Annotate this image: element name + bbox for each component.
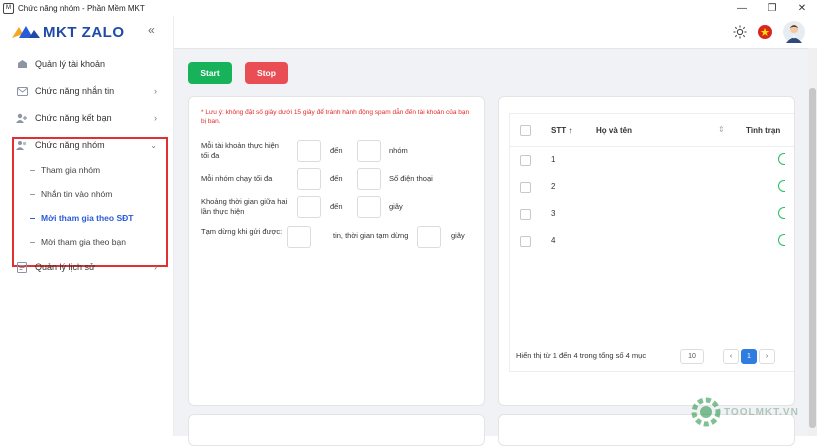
unit-label: giây <box>451 231 465 240</box>
interval-label: Khoảng thời gian giữa hai lần thực hiện <box>201 197 288 216</box>
restore-button[interactable]: ❐ <box>757 3 787 14</box>
settings-card: * Lưu ý: không đặt số giây dưới 15 giây … <box>188 96 485 406</box>
window-titlebar: M Chức năng nhóm - Phần Mềm MKT — ❐ ✕ <box>0 0 817 16</box>
table-header: STT ↑ Họ và tên ⇕ Tình trạn <box>510 114 794 147</box>
logo: MKT ZALO <box>12 22 124 42</box>
avatar[interactable] <box>783 21 805 48</box>
pause-label: Tạm dừng khi gửi được: <box>201 227 283 236</box>
accounts-max-label: Mỗi tài khoản thực hiện tối đa <box>201 141 279 160</box>
pagination-summary: Hiển thị từ 1 đến 4 trong tổng số 4 mục <box>516 351 647 360</box>
window-title: Chức năng nhóm - Phần Mềm MKT <box>18 3 145 13</box>
lower-card-left <box>188 414 485 446</box>
window-controls: — ❐ ✕ <box>727 0 817 16</box>
row-stt: 2 <box>551 182 556 191</box>
row-checkbox[interactable] <box>520 182 531 193</box>
sidebar-item-label: Chức năng nhắn tin <box>35 86 115 96</box>
group-max-label: Mỗi nhóm chạy tối đa <box>201 174 273 183</box>
status-spinner-icon <box>778 207 785 219</box>
app-icon: M <box>3 2 14 14</box>
status-spinner-icon <box>778 153 785 165</box>
group-max-from-input[interactable] <box>297 168 321 190</box>
row-checkbox[interactable] <box>520 209 531 220</box>
warning-note: * Lưu ý: không đặt số giây dưới 15 giây … <box>201 109 470 125</box>
page-1-button[interactable]: 1 <box>741 349 757 364</box>
gear-logo-icon <box>691 397 721 427</box>
interval-from-input[interactable] <box>297 196 321 218</box>
column-header-name[interactable]: Họ và tên <box>596 126 632 135</box>
row-checkbox[interactable] <box>520 155 531 166</box>
chevron-right-icon: › <box>154 262 157 272</box>
logo-mark-icon <box>12 26 40 38</box>
table-row[interactable]: 1 <box>510 146 794 174</box>
chevron-right-icon: › <box>154 86 157 96</box>
sidebar-item-history[interactable]: Quản lý lịch sử › <box>0 256 173 278</box>
start-button[interactable]: Start <box>188 62 232 84</box>
sidebar-item-account[interactable]: Quản lý tài khoản <box>0 53 173 75</box>
row-stt: 4 <box>551 236 556 245</box>
sidebar-item-messaging[interactable]: Chức năng nhắn tin › <box>0 80 173 102</box>
sidebar: MKT ZALO « Quản lý tài khoản Chức năng n… <box>0 16 174 436</box>
accounts-max-to-input[interactable] <box>357 140 381 162</box>
watermark-text: TOOLMKT.VN <box>724 406 799 418</box>
pause-count-input[interactable] <box>287 226 311 248</box>
sidebar-item-label: Chức năng kết bạn <box>35 113 112 123</box>
vietnam-flag-icon[interactable] <box>757 24 773 45</box>
history-icon <box>16 261 28 273</box>
highlight-box <box>12 137 168 267</box>
pause-middle-label: tin, thời gian tạm dừng <box>333 231 409 240</box>
column-header-stt[interactable]: STT ↑ <box>551 126 572 135</box>
unit-label: nhóm <box>389 146 408 155</box>
table-row[interactable]: 2 <box>510 173 794 201</box>
table-row[interactable]: 4 <box>510 227 794 255</box>
next-page-button[interactable]: › <box>759 349 775 364</box>
scrollbar[interactable] <box>808 48 817 436</box>
data-table: STT ↑ Họ và tên ⇕ Tình trạn 1 2 3 4 <box>509 113 794 372</box>
pause-seconds-input[interactable] <box>417 226 441 248</box>
row-stt: 3 <box>551 209 556 218</box>
prev-page-button[interactable]: ‹ <box>723 349 739 364</box>
sidebar-item-label: Quản lý tài khoản <box>35 59 106 69</box>
main-content: Start Stop * Lưu ý: không đặt số giây dư… <box>174 16 817 446</box>
group-max-to-input[interactable] <box>357 168 381 190</box>
sort-icon[interactable]: ⇕ <box>718 125 725 134</box>
interval-to-input[interactable] <box>357 196 381 218</box>
accounts-max-from-input[interactable] <box>297 140 321 162</box>
collapse-sidebar-icon[interactable]: « <box>148 23 155 37</box>
status-spinner-icon <box>778 180 785 192</box>
account-icon <box>16 59 28 69</box>
range-to-label: đến <box>330 146 343 155</box>
chevron-right-icon: › <box>154 113 157 123</box>
status-spinner-icon <box>778 234 785 246</box>
row-stt: 1 <box>551 155 556 164</box>
sidebar-item-label: Quản lý lịch sử <box>35 262 96 272</box>
sun-icon[interactable] <box>733 25 747 44</box>
message-icon <box>16 86 28 96</box>
sidebar-item-friends[interactable]: Chức năng kết bạn › <box>0 107 173 129</box>
add-friend-icon <box>16 113 28 123</box>
table-card: STT ↑ Họ và tên ⇕ Tình trạn 1 2 3 4 Hiển… <box>498 96 795 406</box>
table-row[interactable]: 3 <box>510 200 794 228</box>
scrollbar-thumb[interactable] <box>809 88 816 428</box>
range-to-label: đến <box>330 202 343 211</box>
stop-button[interactable]: Stop <box>245 62 288 84</box>
unit-label: Số điện thoại <box>389 174 433 183</box>
watermark: TOOLMKT.VN <box>690 396 799 428</box>
top-bar <box>174 16 817 49</box>
logo-text: MKT ZALO <box>43 23 125 41</box>
close-button[interactable]: ✕ <box>787 3 817 14</box>
column-header-status[interactable]: Tình trạn <box>746 126 780 135</box>
range-to-label: đến <box>330 174 343 183</box>
minimize-button[interactable]: — <box>727 3 757 14</box>
page-size-select[interactable]: 10 <box>680 349 704 364</box>
select-all-checkbox[interactable] <box>520 125 531 136</box>
row-checkbox[interactable] <box>520 236 531 247</box>
unit-label: giây <box>389 202 403 211</box>
